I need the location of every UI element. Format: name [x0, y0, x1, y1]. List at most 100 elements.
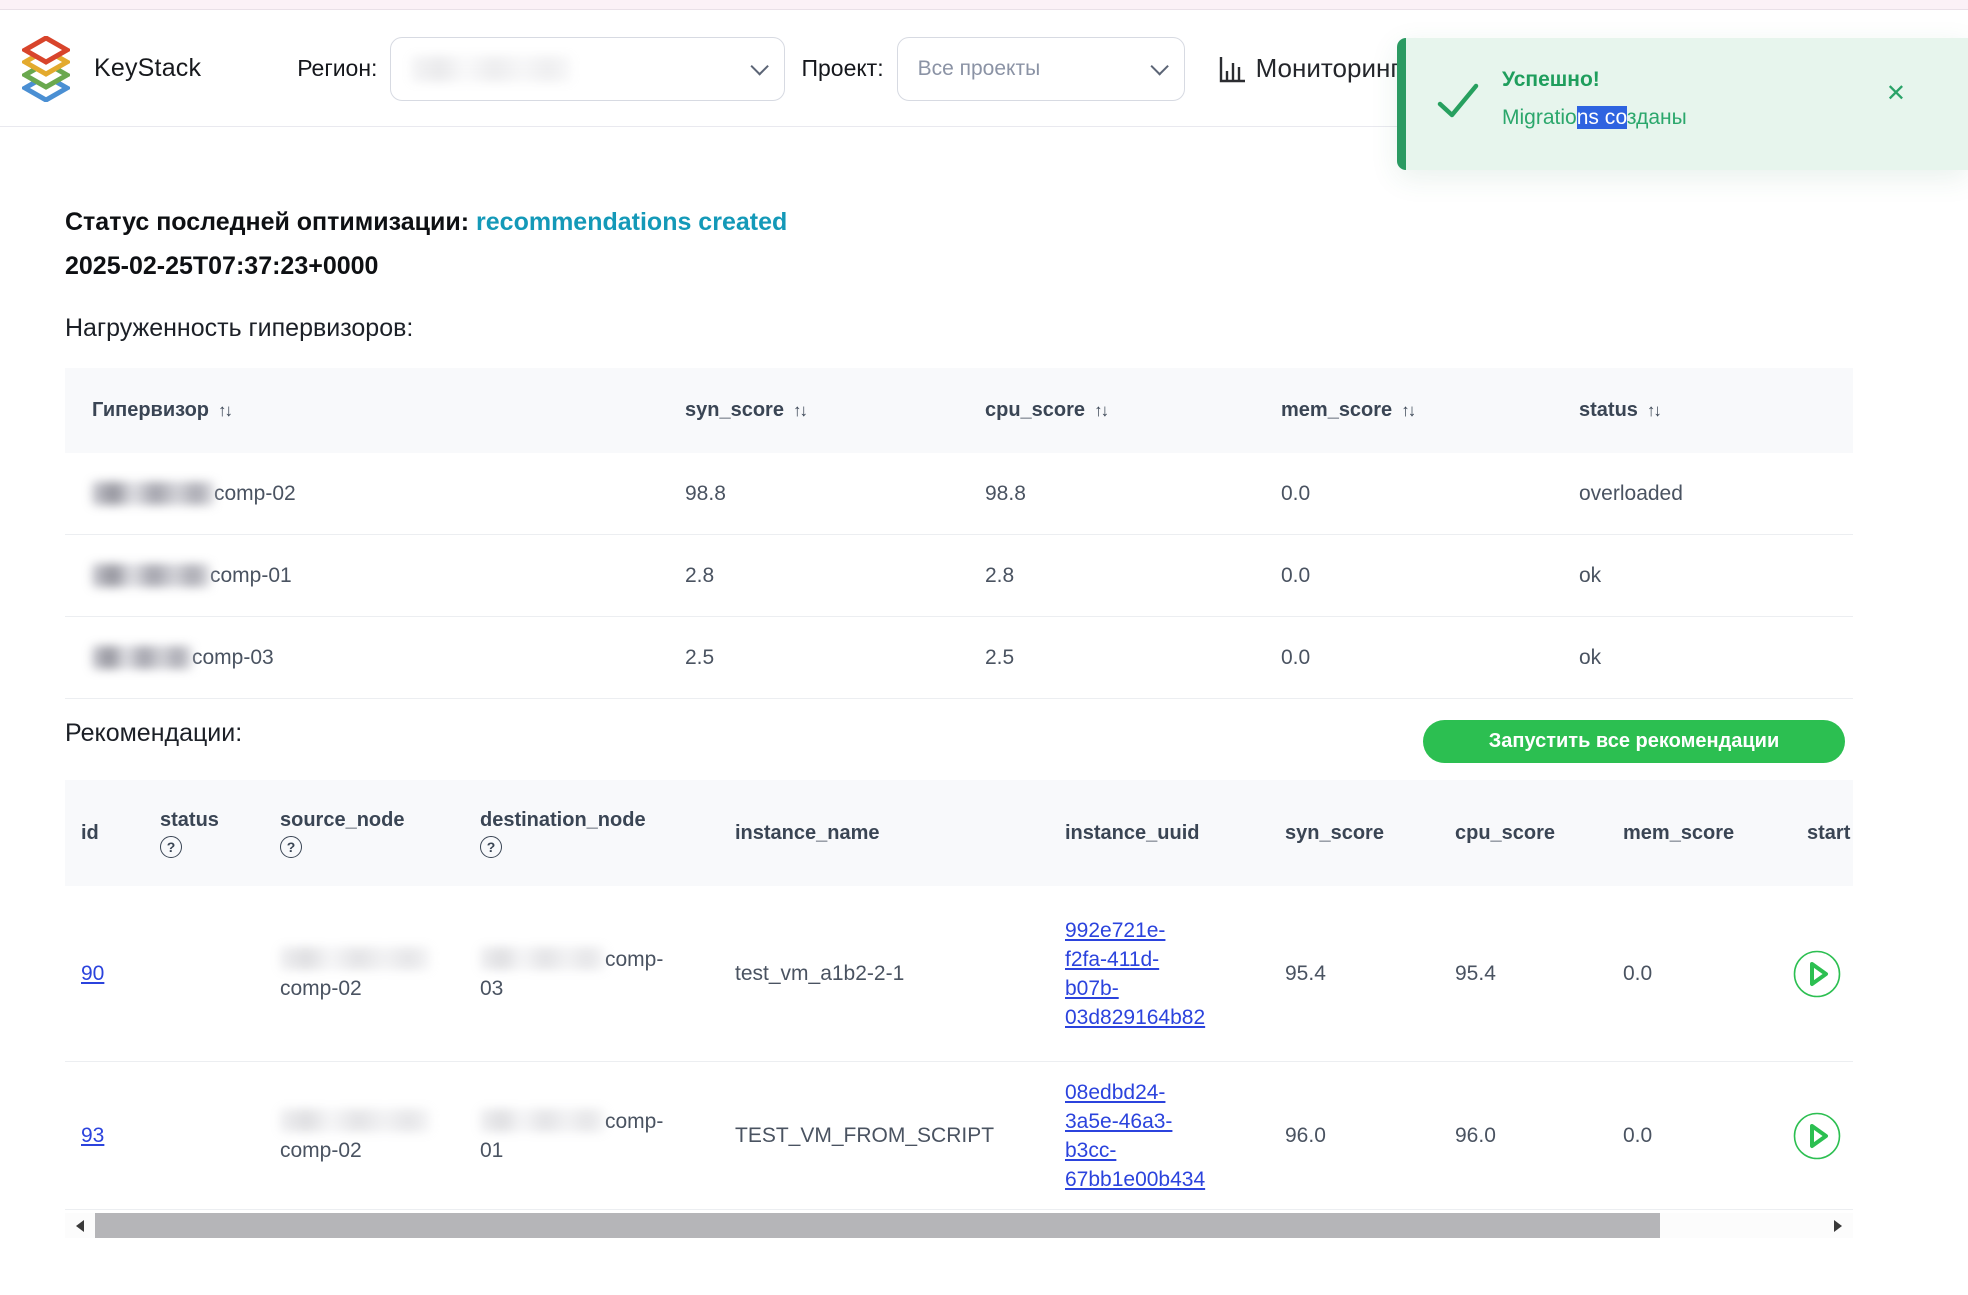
region-select[interactable] [390, 37, 785, 101]
instance-uuid-cell: 992e721e-f2fa-411d-b07b-03d829164b82 [1055, 886, 1275, 1061]
optimization-status-label: Статус последней оптимизации: [65, 208, 469, 236]
cpu-score-cell: 95.4 [1445, 886, 1613, 1061]
help-icon[interactable]: ? [280, 836, 302, 858]
redacted-text [92, 564, 210, 587]
help-icon[interactable]: ? [480, 836, 502, 858]
column-header-instance-uuid: instance_uuid [1055, 780, 1275, 886]
column-header-mem-score: mem_score [1613, 780, 1783, 886]
syn-score-cell: 96.0 [1275, 1062, 1445, 1209]
column-header-instance-name: instance_name [725, 780, 1055, 886]
column-label: syn_score [1285, 822, 1384, 845]
project-label: Проект: [801, 55, 883, 82]
source-node: comp-02 [280, 1139, 362, 1162]
column-header-start: start [1783, 780, 1853, 886]
syn-score-cell: 2.5 [658, 617, 958, 698]
instance-uuid-link[interactable]: 08edbd24-3a5e-46a3-b3cc-67bb1e00b434 [1065, 1078, 1205, 1194]
help-icon[interactable]: ? [160, 836, 182, 858]
column-header-mem-score[interactable]: mem_score↑↓ [1254, 368, 1552, 453]
browser-top-strip [0, 0, 1968, 10]
table-row: 90 comp-02 comp-03 test_vm_a1b2-2-1 992e… [65, 886, 1853, 1062]
project-select[interactable]: Все проекты [897, 37, 1185, 101]
recommendation-id-link[interactable]: 90 [81, 959, 104, 988]
column-header-cpu-score[interactable]: cpu_score↑↓ [958, 368, 1254, 453]
column-label: destination_node [480, 809, 646, 832]
cpu-score-cell: 96.0 [1445, 1062, 1613, 1209]
mem-score-cell: 0.0 [1613, 886, 1783, 1061]
monitoring-label: Мониторинг [1256, 53, 1400, 84]
column-label: id [81, 822, 99, 845]
column-header-status: status? [150, 780, 270, 886]
column-label: instance_name [735, 822, 880, 845]
project-select-value: Все проекты [918, 57, 1041, 81]
redacted-text [480, 947, 605, 970]
toast-message: Migrations созданы [1502, 106, 1687, 130]
hypervisor-name-cell: comp-01 [65, 535, 658, 616]
source-node-cell: comp-02 [270, 1062, 470, 1209]
redacted-region-value [411, 56, 571, 82]
status-cell: ok [1552, 535, 1853, 616]
recommendation-id-link[interactable]: 93 [81, 1121, 104, 1150]
id-cell: 90 [65, 886, 150, 1061]
column-header-source-node: source_node? [270, 780, 470, 886]
scroll-left-button[interactable] [65, 1213, 95, 1238]
run-recommendation-play-button[interactable] [1793, 950, 1841, 998]
hypervisor-name: comp-03 [192, 646, 274, 670]
redacted-text [92, 482, 214, 505]
instance-uuid-link[interactable]: 992e721e-f2fa-411d-b07b-03d829164b82 [1065, 916, 1205, 1032]
source-node-cell: comp-02 [270, 886, 470, 1061]
status-cell [150, 1062, 270, 1209]
hypervisors-section-title: Нагруженность гипервизоров: [65, 314, 413, 343]
syn-score-cell: 2.8 [658, 535, 958, 616]
id-cell: 93 [65, 1062, 150, 1209]
status-cell: ok [1552, 617, 1853, 698]
check-icon [1436, 82, 1480, 120]
column-header-hypervisor[interactable]: Гипервизор ↑↓ [65, 368, 658, 453]
chevron-down-icon [751, 57, 769, 75]
optimization-timestamp: 2025-02-25T07:37:23+0000 [65, 252, 378, 281]
column-header-status[interactable]: status ↑↓ [1552, 368, 1853, 453]
column-label: start [1807, 822, 1850, 845]
status-cell: overloaded [1552, 453, 1853, 534]
recommendations-section-title: Рекомендации: [65, 719, 242, 748]
hypervisor-name: comp-02 [214, 482, 296, 506]
run-recommendation-play-button[interactable] [1793, 1112, 1841, 1160]
column-label: status [1579, 399, 1638, 422]
column-label: status [160, 809, 219, 832]
scroll-right-button[interactable] [1823, 1213, 1853, 1238]
hypervisors-table: Гипервизор ↑↓ syn_score↑↓ cpu_score↑↓ mem… [65, 368, 1853, 699]
column-label: mem_score [1281, 399, 1392, 422]
run-all-recommendations-button[interactable]: Запустить все рекомендации [1423, 720, 1845, 763]
keystack-page: KeyStack Регион: Проект: Все проекты Мон… [0, 0, 1968, 1295]
close-icon[interactable]: ✕ [1886, 82, 1906, 106]
hypervisor-name-cell: comp-02 [65, 453, 658, 534]
column-label: source_node [280, 809, 404, 832]
column-label: instance_uuid [1065, 822, 1199, 845]
hypervisors-table-header: Гипервизор ↑↓ syn_score↑↓ cpu_score↑↓ mem… [65, 368, 1853, 453]
instance-name-cell: TEST_VM_FROM_SCRIPT [725, 1062, 1055, 1209]
sort-icon: ↑↓ [1647, 401, 1660, 421]
arrow-left-icon [76, 1220, 84, 1232]
redacted-text [280, 947, 430, 970]
scrollbar-track[interactable] [95, 1213, 1823, 1238]
hypervisor-name: comp-01 [210, 564, 292, 588]
sort-icon: ↑↓ [1094, 401, 1107, 421]
column-header-syn-score[interactable]: syn_score↑↓ [658, 368, 958, 453]
destination-node-cell: comp-03 [470, 886, 725, 1061]
syn-score-cell: 98.8 [658, 453, 958, 534]
sort-icon: ↑↓ [218, 401, 231, 421]
syn-score-cell: 95.4 [1275, 886, 1445, 1061]
start-cell [1783, 1062, 1853, 1209]
table-row: comp-01 2.8 2.8 0.0 ok [65, 535, 1853, 617]
sort-icon: ↑↓ [793, 401, 806, 421]
nav-monitoring[interactable]: Мониторинг [1218, 53, 1400, 84]
brand-name: KeyStack [94, 54, 201, 83]
redacted-text [280, 1109, 430, 1132]
instance-name-cell: test_vm_a1b2-2-1 [725, 886, 1055, 1061]
cpu-score-cell: 2.5 [958, 617, 1254, 698]
scrollbar-thumb[interactable] [95, 1213, 1660, 1238]
column-header-syn-score: syn_score [1275, 780, 1445, 886]
column-label: Гипервизор [92, 399, 209, 422]
status-cell [150, 886, 270, 1061]
source-node: comp-02 [280, 977, 362, 1000]
mem-score-cell: 0.0 [1254, 617, 1552, 698]
